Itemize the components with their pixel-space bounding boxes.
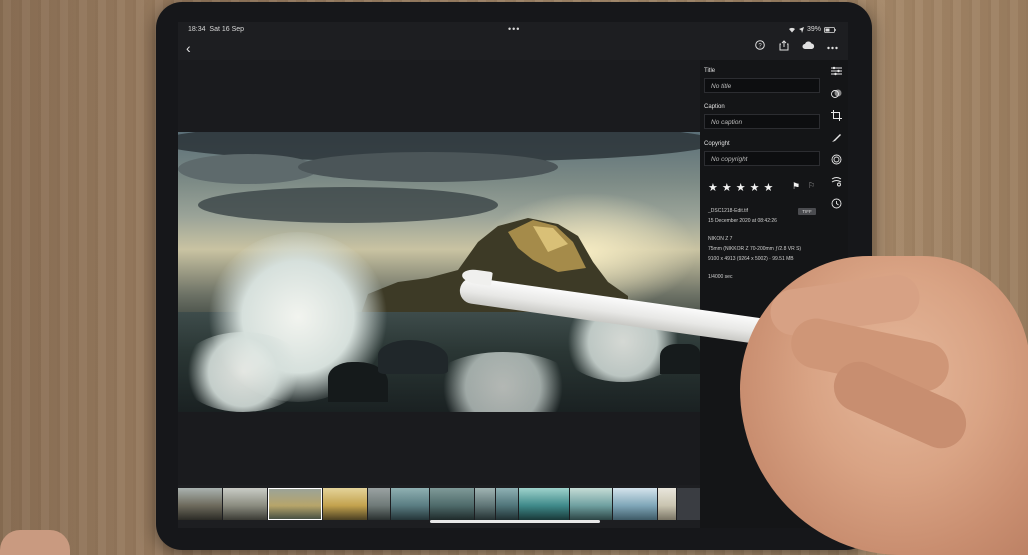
pick-flag-icon[interactable]: ⚑	[792, 181, 800, 192]
title-label: Title	[704, 68, 716, 74]
caption-field[interactable]: No caption	[704, 114, 820, 129]
rating-star-5[interactable]: ★	[764, 181, 774, 194]
filmstrip-thumbnail[interactable]	[475, 488, 495, 520]
main-photo[interactable]	[178, 132, 700, 412]
multitasking-dots[interactable]: •••	[508, 24, 520, 34]
versions-icon[interactable]	[829, 198, 843, 212]
filmstrip-thumbnail[interactable]	[496, 488, 518, 520]
top-toolbar: ‹ ?	[178, 38, 848, 60]
battery-icon	[824, 26, 836, 33]
photo-viewer[interactable]	[178, 60, 700, 485]
copyright-label: Copyright	[704, 141, 730, 147]
lens-info: 75mm (NIKKOR Z 70-200mm ƒ/2.8 VR S)	[708, 246, 802, 252]
help-icon[interactable]: ?	[754, 40, 766, 54]
filmstrip-thumbnail[interactable]	[323, 488, 367, 520]
filmstrip[interactable]	[178, 488, 704, 520]
edit-sliders-icon[interactable]	[829, 66, 843, 80]
filmstrip-thumbnail[interactable]	[391, 488, 429, 520]
crop-icon[interactable]	[829, 110, 843, 124]
filmstrip-thumbnail[interactable]	[519, 488, 569, 520]
battery-percent: 39%	[806, 26, 821, 33]
share-icon[interactable]	[778, 40, 790, 54]
more-icon[interactable]	[826, 40, 838, 54]
filmstrip-thumbnail-selected[interactable]	[268, 488, 322, 520]
foreground-rocks	[660, 344, 700, 374]
filmstrip-thumbnail[interactable]	[178, 488, 222, 520]
rating-star-1[interactable]: ★	[708, 181, 718, 194]
file-type-badge: TIFF	[798, 208, 816, 215]
top-toolbar-actions: ?	[754, 40, 838, 54]
capture-date: 15 December 2020 at 08:42:26	[708, 218, 777, 224]
rating-star-2[interactable]: ★	[722, 181, 732, 194]
title-field[interactable]: No title	[704, 78, 820, 93]
back-button[interactable]: ‹	[186, 40, 191, 56]
rating-star-3[interactable]: ★	[736, 181, 746, 194]
exposure-info: 1/4000 sec	[708, 274, 733, 280]
home-indicator[interactable]	[430, 520, 600, 523]
foreground-rocks	[378, 340, 448, 374]
cloud-sync-icon[interactable]	[802, 40, 815, 54]
cloud	[178, 154, 318, 184]
wifi-icon	[788, 27, 795, 32]
sea-foam	[178, 332, 308, 412]
left-hand	[0, 530, 70, 555]
masking-icon[interactable]	[829, 154, 843, 168]
reject-flag-icon[interactable]: ⚐	[808, 181, 815, 190]
copyright-field[interactable]: No copyright	[704, 151, 820, 166]
location-icon	[798, 26, 804, 33]
presets-icon[interactable]	[829, 88, 843, 102]
status-time: 18:34 Sat 16 Sep	[188, 26, 245, 33]
file-name: _DSC1218-Edit.tif	[708, 208, 749, 214]
lightroom-screen: 18:34 Sat 16 Sep ••• 39% ‹ ? Title No ti…	[178, 22, 848, 528]
filmstrip-thumbnail[interactable]	[613, 488, 657, 520]
cloud	[298, 152, 558, 182]
star-rating: ★ ★ ★ ★ ★	[708, 181, 773, 194]
filmstrip-thumbnail[interactable]	[658, 488, 676, 520]
rating-star-4[interactable]: ★	[750, 181, 760, 194]
filmstrip-thumbnail[interactable]	[368, 488, 390, 520]
filmstrip-thumbnail[interactable]	[570, 488, 612, 520]
filmstrip-thumbnail[interactable]	[223, 488, 267, 520]
status-bar: 18:34 Sat 16 Sep ••• 39%	[178, 22, 848, 38]
healing-icon[interactable]	[829, 176, 843, 190]
caption-label: Caption	[704, 104, 725, 110]
status-indicators: 39%	[788, 26, 836, 33]
filmstrip-thumbnail[interactable]	[430, 488, 474, 520]
image-dimensions: 9100 x 4913 (9264 x 5002) · 99.51 MB	[708, 256, 794, 262]
brush-icon[interactable]	[829, 132, 843, 146]
camera-model: NIKON Z 7	[708, 236, 733, 242]
